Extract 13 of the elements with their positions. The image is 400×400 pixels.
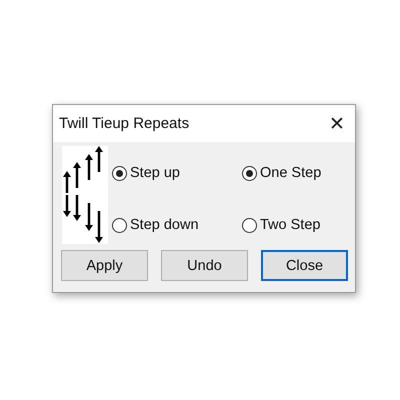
dialog-button[interactable]: Undo — [161, 250, 248, 281]
dialog-button[interactable]: Apply — [61, 250, 148, 281]
radio-label[interactable]: Two Step — [260, 217, 320, 234]
radio-label[interactable]: Step up — [130, 165, 180, 182]
radio-label[interactable]: One Step — [260, 165, 322, 182]
dialog-button[interactable]: Close — [261, 250, 348, 281]
radio-label[interactable]: Step down — [130, 217, 199, 234]
close-button[interactable]: ✕ — [329, 112, 345, 136]
radio-button[interactable] — [242, 166, 257, 181]
radio-button[interactable] — [112, 166, 127, 181]
radio-button[interactable] — [242, 218, 257, 233]
radio-button[interactable] — [112, 218, 127, 233]
window-title: Twill Tieup Repeats — [59, 115, 190, 132]
